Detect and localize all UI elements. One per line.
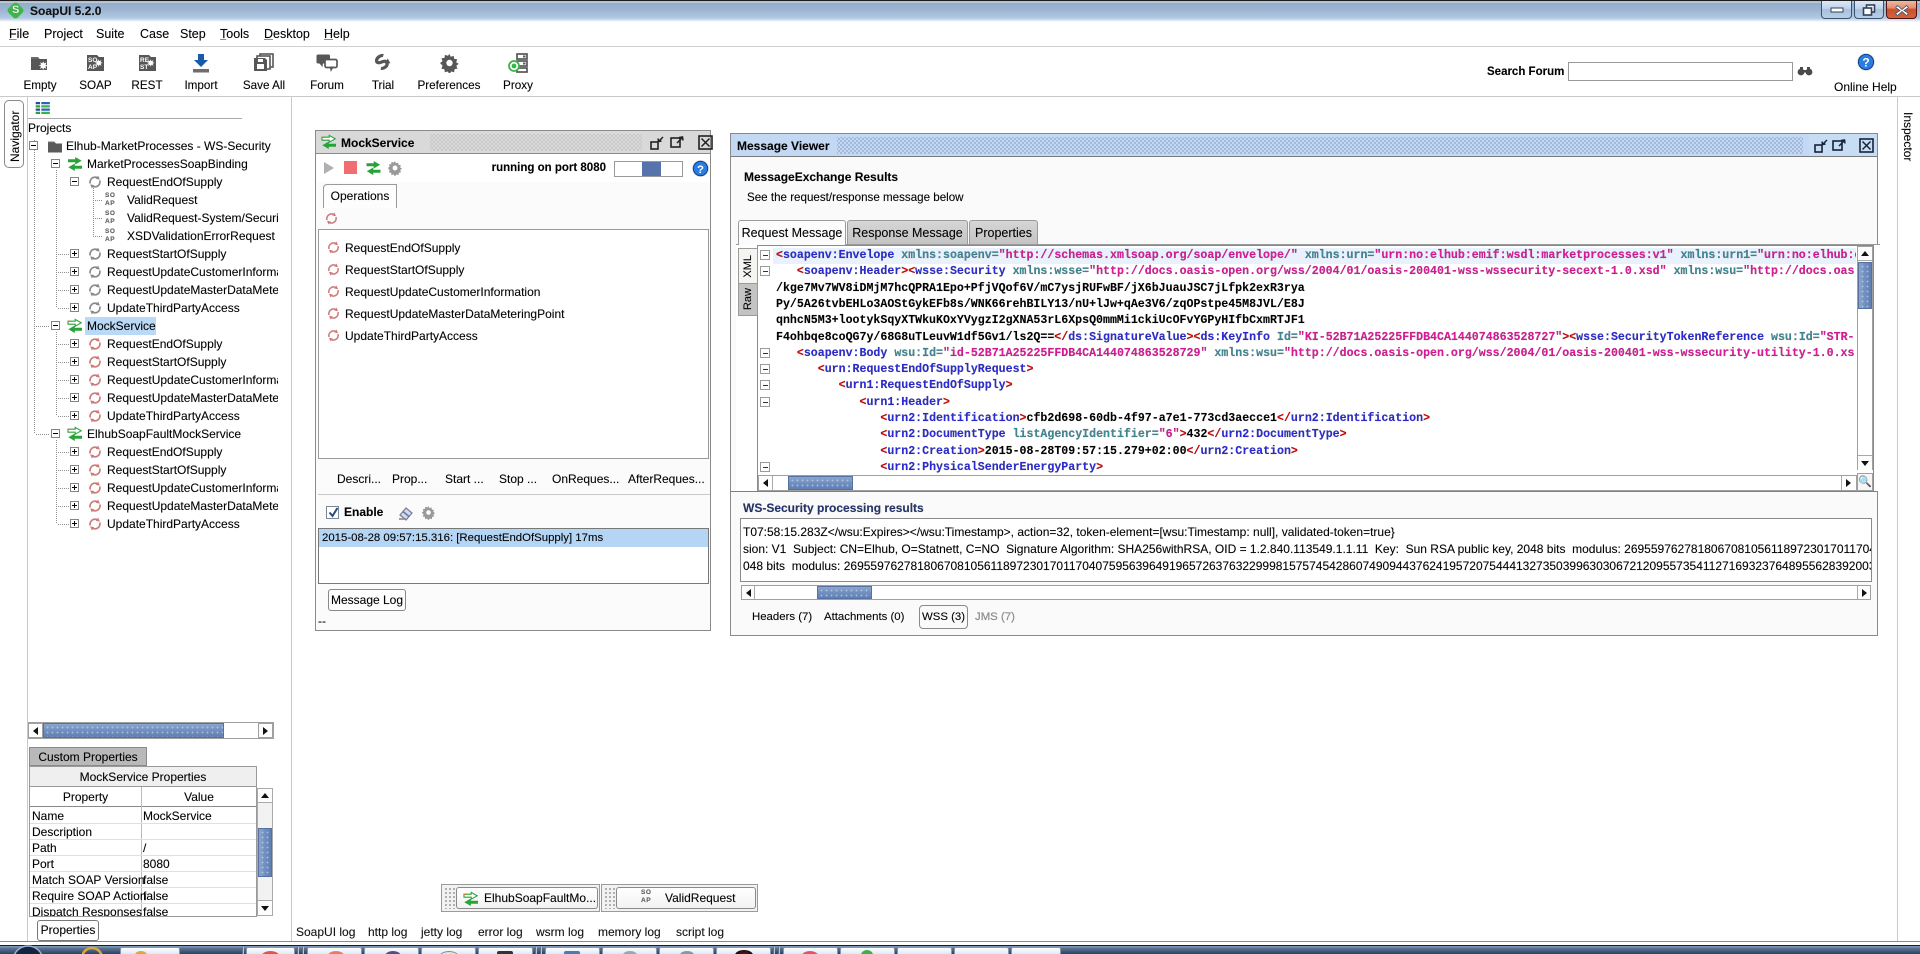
svg-text:ST: ST: [140, 64, 148, 71]
svg-text:?: ?: [697, 164, 704, 176]
svg-text:?: ?: [1862, 56, 1869, 70]
svg-text:AP: AP: [88, 64, 98, 71]
